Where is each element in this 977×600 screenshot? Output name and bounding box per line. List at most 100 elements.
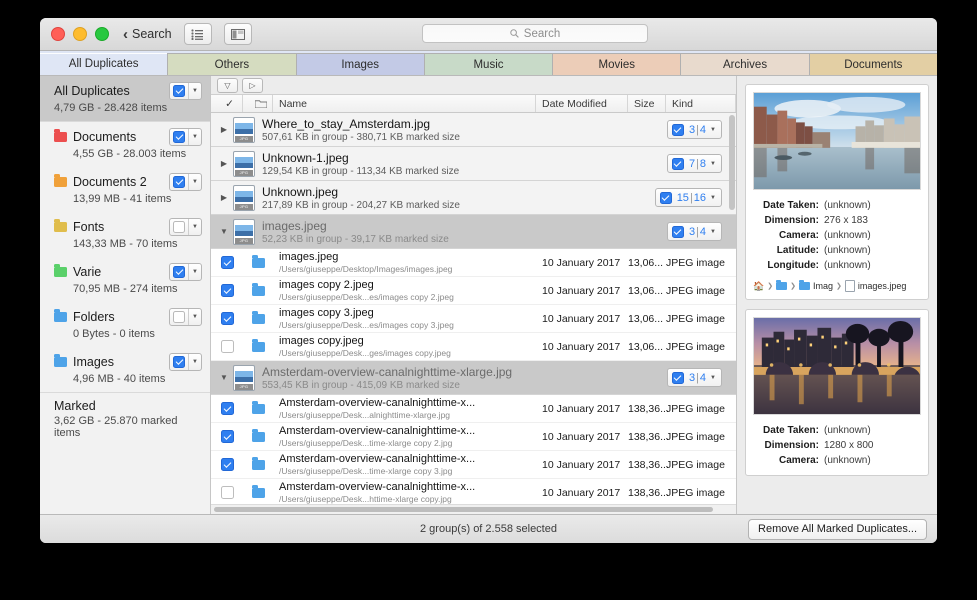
search-input[interactable]: Search bbox=[422, 24, 648, 43]
checkbox[interactable] bbox=[173, 356, 185, 368]
file-row[interactable]: Amsterdam-overview-canalnighttime-x.../U… bbox=[211, 423, 736, 451]
sidebar-item-checkbox-group[interactable]: ▼ bbox=[169, 353, 202, 371]
chevron-down-icon[interactable]: ▼ bbox=[188, 309, 201, 325]
group-mark-badge[interactable]: 7|8▼ bbox=[667, 154, 722, 173]
file-row[interactable]: Amsterdam-overview-canalnighttime-x.../U… bbox=[211, 395, 736, 423]
sidebar-item-folders[interactable]: Folders▼0 Bytes - 0 items bbox=[40, 302, 210, 347]
file-row[interactable]: Amsterdam-overview-canalnighttime-x.../U… bbox=[211, 479, 736, 507]
file-checkbox-cell[interactable] bbox=[211, 486, 243, 499]
sidebar-item-varie[interactable]: Varie▼70,95 MB - 274 items bbox=[40, 257, 210, 302]
tab-images[interactable]: Images bbox=[297, 53, 425, 75]
collapse-all-icon[interactable]: ▽ bbox=[217, 78, 238, 93]
sidebar-item-checkbox-group[interactable]: ▼ bbox=[169, 218, 202, 236]
column-header-check[interactable]: ✓ bbox=[211, 95, 243, 112]
checkbox[interactable] bbox=[672, 124, 684, 136]
checkbox[interactable] bbox=[221, 256, 234, 269]
sidebar-item-documents[interactable]: Documents▼4,55 GB - 28.003 items bbox=[40, 122, 210, 167]
group-mark-badge[interactable]: 3|4▼ bbox=[667, 120, 722, 139]
sidebar-item-all-duplicates[interactable]: All Duplicates▼4,79 GB - 28.428 items bbox=[40, 76, 210, 121]
horizontal-scrollbar[interactable] bbox=[211, 504, 736, 514]
chevron-down-icon[interactable]: ▼ bbox=[708, 229, 720, 235]
folder-icon[interactable] bbox=[776, 282, 787, 290]
disclosure-collapsed-icon[interactable]: ▶ bbox=[215, 159, 233, 168]
disclosure-collapsed-icon[interactable]: ▶ bbox=[215, 125, 233, 134]
checkbox[interactable] bbox=[672, 372, 684, 384]
tab-others[interactable]: Others bbox=[168, 53, 296, 75]
vertical-scrollbar[interactable] bbox=[729, 115, 735, 210]
chevron-down-icon[interactable]: ▼ bbox=[188, 83, 201, 99]
checkbox[interactable] bbox=[672, 226, 684, 238]
sidebar-item-checkbox-group[interactable]: ▼ bbox=[169, 128, 202, 146]
file-row[interactable]: images copy 2.jpeg/Users/giuseppe/Desk..… bbox=[211, 277, 736, 305]
file-checkbox-cell[interactable] bbox=[211, 458, 243, 471]
home-icon[interactable]: 🏠 bbox=[753, 281, 764, 292]
sidebar-item-checkbox-group[interactable]: ▼ bbox=[169, 173, 202, 191]
column-header-icon[interactable] bbox=[243, 95, 273, 112]
file-row[interactable]: Amsterdam-overview-canalnighttime-x.../U… bbox=[211, 451, 736, 479]
breadcrumb-file-label[interactable]: images.jpeg bbox=[858, 281, 907, 291]
list-view-icon[interactable] bbox=[184, 23, 212, 45]
file-row[interactable]: images.jpeg/Users/giuseppe/Desktop/Image… bbox=[211, 249, 736, 277]
checkbox[interactable] bbox=[672, 158, 684, 170]
close-button[interactable] bbox=[51, 27, 65, 41]
chevron-down-icon[interactable]: ▼ bbox=[708, 375, 720, 381]
sidebar-item-images[interactable]: Images▼4,96 MB - 40 items bbox=[40, 347, 210, 392]
sidebar-item-marked[interactable]: Marked3,62 GB - 25.870 marked items bbox=[40, 393, 210, 446]
sidebar-item-checkbox-group[interactable]: ▼ bbox=[169, 263, 202, 281]
file-checkbox-cell[interactable] bbox=[211, 430, 243, 443]
chevron-down-icon[interactable]: ▼ bbox=[708, 127, 720, 133]
back-button[interactable]: ‹ Search bbox=[123, 27, 172, 42]
group-row[interactable]: ▶JPGWhere_to_stay_Amsterdam.jpg507,61 KB… bbox=[211, 113, 736, 147]
file-row[interactable]: images copy.jpeg/Users/giuseppe/Desk...g… bbox=[211, 333, 736, 361]
column-header-name[interactable]: Name bbox=[273, 95, 536, 112]
expand-all-icon[interactable]: ▷ bbox=[242, 78, 263, 93]
checkbox[interactable] bbox=[173, 221, 185, 233]
split-view-icon[interactable] bbox=[224, 23, 252, 45]
checkbox[interactable] bbox=[221, 312, 234, 325]
tab-documents[interactable]: Documents bbox=[810, 53, 937, 75]
sidebar-item-checkbox-group[interactable]: ▼ bbox=[169, 308, 202, 326]
breadcrumb[interactable]: 🏠❯❯Imag❯images.jpeg bbox=[753, 280, 921, 292]
disclosure-collapsed-icon[interactable]: ▶ bbox=[215, 193, 233, 202]
disclosure-expanded-icon[interactable]: ▼ bbox=[215, 373, 233, 382]
checkbox[interactable] bbox=[221, 458, 234, 471]
checkbox[interactable] bbox=[173, 176, 185, 188]
sidebar-item-checkbox-group[interactable]: ▼ bbox=[169, 82, 202, 100]
checkbox[interactable] bbox=[173, 85, 185, 97]
column-header-size[interactable]: Size bbox=[628, 95, 666, 112]
group-mark-badge[interactable]: 15|16▼ bbox=[655, 188, 722, 207]
sidebar-item-documents-2[interactable]: Documents 2▼13,99 MB - 41 items bbox=[40, 167, 210, 212]
file-checkbox-cell[interactable] bbox=[211, 402, 243, 415]
checkbox[interactable] bbox=[221, 284, 234, 297]
checkbox[interactable] bbox=[660, 192, 672, 204]
checkbox[interactable] bbox=[221, 402, 234, 415]
group-row[interactable]: ▼JPGAmsterdam-overview-canalnighttime-xl… bbox=[211, 361, 736, 395]
group-row[interactable]: ▶JPGUnknown-1.jpeg129,54 KB in group - 1… bbox=[211, 147, 736, 181]
chevron-down-icon[interactable]: ▼ bbox=[188, 354, 201, 370]
minimize-button[interactable] bbox=[73, 27, 87, 41]
group-mark-badge[interactable]: 3|4▼ bbox=[667, 368, 722, 387]
chevron-down-icon[interactable]: ▼ bbox=[188, 174, 201, 190]
zoom-button[interactable] bbox=[95, 27, 109, 41]
chevron-down-icon[interactable]: ▼ bbox=[188, 129, 201, 145]
chevron-down-icon[interactable]: ▼ bbox=[188, 219, 201, 235]
tab-movies[interactable]: Movies bbox=[553, 53, 681, 75]
disclosure-expanded-icon[interactable]: ▼ bbox=[215, 227, 233, 236]
file-row[interactable]: images copy 3.jpeg/Users/giuseppe/Desk..… bbox=[211, 305, 736, 333]
group-row[interactable]: ▶JPGUnknown.jpeg217,89 KB in group - 204… bbox=[211, 181, 736, 215]
checkbox[interactable] bbox=[173, 131, 185, 143]
folder-icon[interactable] bbox=[799, 282, 810, 290]
remove-all-marked-duplicates-button[interactable]: Remove All Marked Duplicates... bbox=[748, 519, 927, 540]
breadcrumb-folder-label[interactable]: Imag bbox=[813, 281, 833, 291]
checkbox[interactable] bbox=[221, 486, 234, 499]
chevron-down-icon[interactable]: ▼ bbox=[708, 161, 720, 167]
checkbox[interactable] bbox=[221, 430, 234, 443]
sidebar-item-fonts[interactable]: Fonts▼143,33 MB - 70 items bbox=[40, 212, 210, 257]
column-header-date[interactable]: Date Modified bbox=[536, 95, 628, 112]
group-row[interactable]: ▼JPGimages.jpeg52,23 KB in group - 39,17… bbox=[211, 215, 736, 249]
file-checkbox-cell[interactable] bbox=[211, 284, 243, 297]
tab-music[interactable]: Music bbox=[425, 53, 553, 75]
checkbox[interactable] bbox=[173, 266, 185, 278]
chevron-down-icon[interactable]: ▼ bbox=[188, 264, 201, 280]
chevron-down-icon[interactable]: ▼ bbox=[708, 195, 720, 201]
